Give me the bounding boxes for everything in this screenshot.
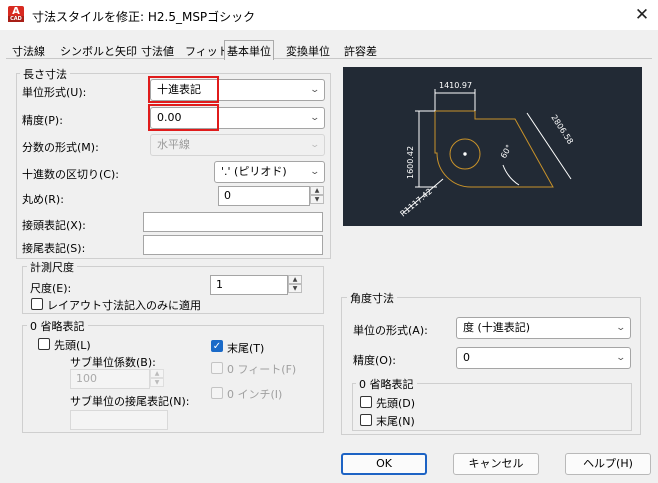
preview-geometry <box>434 110 554 188</box>
angular-precision-label: 精度(O): <box>353 354 396 367</box>
zero-inches-checkbox[interactable] <box>211 387 223 399</box>
angular-precision-dropdown[interactable]: 0 ⌄ <box>456 347 631 369</box>
prefix-label: 接頭表記(X): <box>22 219 86 232</box>
spin-up-icon[interactable]: ▲ <box>150 369 164 378</box>
spin-down-icon[interactable]: ▼ <box>288 284 302 293</box>
scale-factor-input[interactable]: 1 <box>210 275 288 295</box>
chevron-down-icon: ⌄ <box>615 323 627 333</box>
autocad-app-icon: A CAD <box>8 6 24 22</box>
scale-factor-label: 尺度(E): <box>30 282 72 295</box>
angular-trailing-checkbox[interactable] <box>360 414 372 426</box>
suffix-input[interactable] <box>143 235 323 255</box>
trailing-zero-label: 末尾(T) <box>227 342 265 355</box>
ok-button[interactable]: OK <box>341 453 427 475</box>
angular-unit-format-label: 単位の形式(A): <box>353 324 428 337</box>
zero-inches-label: 0 インチ(I) <box>227 388 283 401</box>
measurement-scale-title: 計測尺度 <box>27 259 77 275</box>
angular-unit-format-dropdown[interactable]: 度 (十進表記) ⌄ <box>456 317 631 339</box>
leading-zero-checkbox[interactable] <box>38 338 50 350</box>
chevron-down-icon: ⌄ <box>309 140 321 150</box>
decimal-separator-label: 十進数の区切り(C): <box>22 168 119 181</box>
round-off-spinner[interactable]: ▲ ▼ <box>310 186 324 204</box>
angular-unit-format-value: 度 (十進表記) <box>463 321 531 334</box>
spin-up-icon[interactable]: ▲ <box>288 275 302 284</box>
sub-unit-suffix-input[interactable] <box>70 410 168 430</box>
angular-leading-label: 先頭(D) <box>376 397 416 410</box>
zero-suppression-title: 0 省略表記 <box>27 318 88 334</box>
spin-up-icon[interactable]: ▲ <box>310 186 324 195</box>
unit-format-highlight <box>148 76 219 103</box>
decimal-separator-dropdown[interactable]: '.' (ピリオド) ⌄ <box>214 161 325 183</box>
preview-dim-radius: R1117.42 <box>399 187 434 219</box>
preview-dim-right: 2806.58 <box>549 113 575 146</box>
preview-dim-left: 1600.42 <box>406 146 415 179</box>
angular-dimensions-title: 角度寸法 <box>347 290 397 306</box>
angular-trailing-label: 末尾(N) <box>376 415 415 428</box>
preview-drawing: 1410.97 1600.42 2806.58 60° R1117.42 <box>399 81 575 219</box>
sub-unit-factor-spinner[interactable]: ▲ ▼ <box>150 369 164 387</box>
cancel-button[interactable]: キャンセル <box>453 453 539 475</box>
chevron-down-icon: ⌄ <box>309 167 321 177</box>
precision-label: 精度(P): <box>22 114 63 127</box>
spin-down-icon[interactable]: ▼ <box>150 378 164 387</box>
unit-format-label: 単位形式(U): <box>22 86 87 99</box>
preview-dim-top: 1410.97 <box>439 81 472 90</box>
prefix-input[interactable] <box>143 212 323 232</box>
tab-symbols-arrows[interactable]: シンボルと矢印 <box>58 43 139 59</box>
angular-precision-value: 0 <box>463 351 470 364</box>
dimension-preview: 1410.97 1600.42 2806.58 60° R1117.42 <box>343 67 642 226</box>
spin-down-icon[interactable]: ▼ <box>310 195 324 204</box>
precision-highlight <box>148 104 219 131</box>
sub-unit-factor-label: サブ単位係数(B): <box>70 356 156 369</box>
zero-feet-label: 0 フィート(F) <box>227 363 297 376</box>
sub-unit-suffix-label: サブ単位の接尾表記(N): <box>70 395 190 408</box>
angular-zero-suppression-title: 0 省略表記 <box>356 376 417 392</box>
layout-only-checkbox[interactable] <box>31 298 43 310</box>
chevron-down-icon: ⌄ <box>615 353 627 363</box>
suffix-label: 接尾表記(S): <box>22 242 86 255</box>
fraction-format-label: 分数の形式(M): <box>22 141 99 154</box>
scale-factor-spinner[interactable]: ▲ ▼ <box>288 275 302 293</box>
preview-dim-angle: 60° <box>499 143 514 160</box>
round-off-label: 丸め(R): <box>22 193 64 206</box>
tab-primary-units[interactable]: 基本単位 <box>224 40 274 60</box>
help-button[interactable]: ヘルプ(H) <box>565 453 651 475</box>
zero-feet-checkbox[interactable] <box>211 362 223 374</box>
tab-dimension-lines[interactable]: 寸法線 <box>10 43 47 59</box>
chevron-down-icon: ⌄ <box>309 113 321 123</box>
sub-unit-factor-input[interactable]: 100 <box>70 369 150 389</box>
angular-leading-checkbox[interactable] <box>360 396 372 408</box>
chevron-down-icon: ⌄ <box>309 85 321 95</box>
layout-only-label: レイアウト寸法記入のみに適用 <box>47 299 201 312</box>
tab-text[interactable]: 寸法値 <box>139 43 176 59</box>
fraction-format-value: 水平線 <box>157 138 190 151</box>
leading-zero-label: 先頭(L) <box>54 339 91 352</box>
trailing-zero-checkbox[interactable]: ✓ <box>211 340 223 352</box>
close-icon[interactable]: ✕ <box>630 3 654 27</box>
round-off-input[interactable]: 0 <box>218 186 310 206</box>
decimal-separator-value: '.' (ピリオド) <box>221 165 287 178</box>
linear-dimensions-title: 長さ寸法 <box>20 66 70 82</box>
tab-tolerances[interactable]: 許容差 <box>342 43 379 59</box>
tab-alternate-units[interactable]: 変換単位 <box>284 43 332 59</box>
fraction-format-dropdown[interactable]: 水平線 ⌄ <box>150 134 325 156</box>
window-title: 寸法スタイルを修正: H2.5_MSPゴシック <box>32 10 256 24</box>
